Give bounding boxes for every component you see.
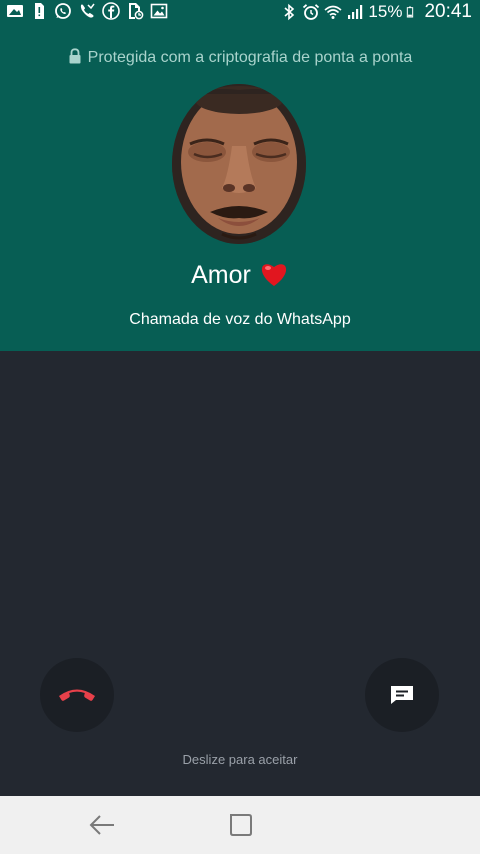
gallery-icon (7, 5, 23, 17)
heart-icon (261, 264, 286, 286)
clock: 20:41 (424, 1, 472, 22)
back-arrow-icon (89, 815, 114, 835)
missed-call-icon (80, 3, 95, 18)
message-icon (391, 686, 413, 704)
battery-percentage: 15% (368, 2, 403, 21)
navigation-bar (0, 796, 480, 854)
decline-button[interactable] (40, 658, 114, 732)
call-header: Protegida com a criptografia de ponta a … (0, 24, 480, 351)
encryption-text: Protegida com a criptografia de ponta a … (87, 49, 413, 66)
file-sync-icon (129, 3, 144, 20)
lock-icon (69, 48, 81, 64)
incoming-call-screen: 15% 20:41 Protegida com a criptografia d… (0, 0, 480, 854)
home-button[interactable] (225, 810, 255, 840)
notification-icons (6, 2, 168, 20)
system-status: 15% 20:41 (280, 0, 472, 24)
signal-icon (348, 5, 363, 19)
call-actions-area: Deslize para aceitar (0, 351, 480, 796)
image-icon (150, 3, 168, 19)
bluetooth-icon (284, 3, 295, 21)
alarm-icon (303, 4, 320, 20)
encryption-notice: Protegida com a criptografia de ponta a … (0, 48, 480, 68)
caller-name-text: Amor (191, 261, 251, 289)
back-button[interactable] (87, 810, 117, 840)
call-type-label: Chamada de voz do WhatsApp (129, 311, 351, 328)
home-square-icon (230, 814, 252, 836)
status-bar: 15% 20:41 (0, 0, 480, 24)
sim-icon (35, 3, 44, 19)
phone-hangup-icon (59, 689, 95, 701)
caller-name: Amor (0, 257, 480, 293)
wifi-icon (324, 5, 342, 19)
battery-icon (407, 6, 414, 18)
reply-message-button[interactable] (365, 658, 439, 732)
caller-avatar (172, 84, 306, 244)
facebook-icon (102, 2, 120, 20)
whatsapp-icon (55, 3, 71, 19)
swipe-to-accept-hint: Deslize para aceitar (182, 752, 298, 767)
